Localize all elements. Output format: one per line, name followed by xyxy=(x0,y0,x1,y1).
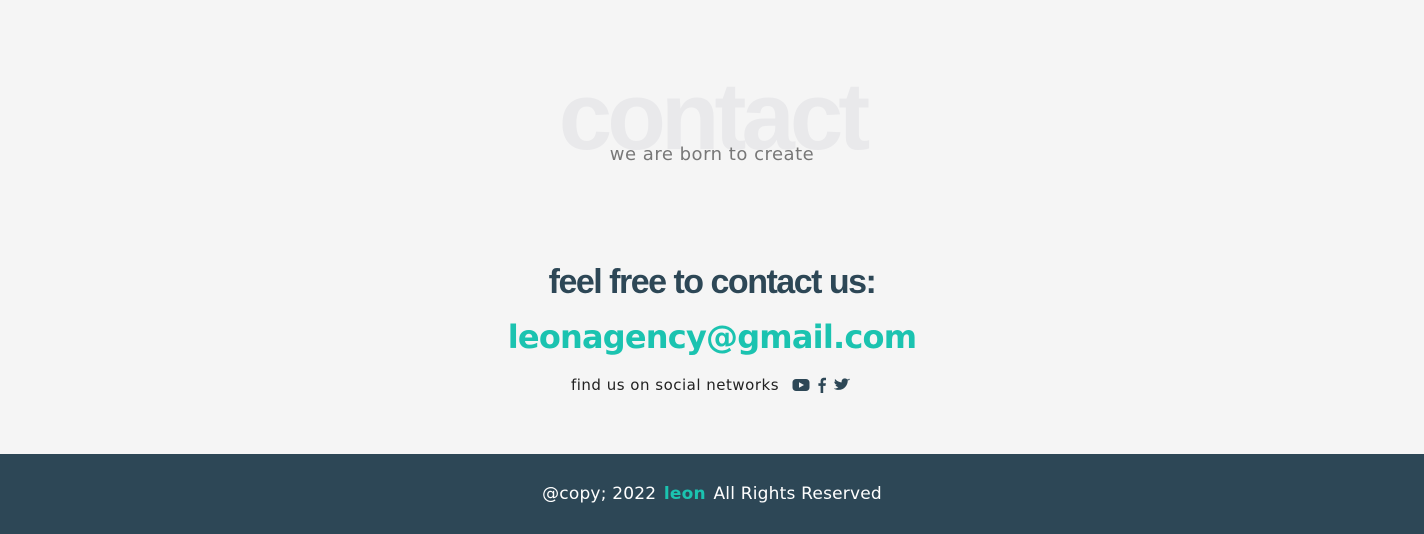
twitter-icon[interactable] xyxy=(834,378,850,392)
social-label: find us on social networks xyxy=(570,376,780,394)
facebook-icon[interactable] xyxy=(816,377,828,393)
copyright-prefix: @copy; 2022 xyxy=(542,484,657,504)
social-networks: find us on social networks xyxy=(0,374,1424,396)
copyright-text: @copy; 2022 leon All Rights Reserved xyxy=(542,484,882,504)
copyright-suffix: All Rights Reserved xyxy=(713,484,882,504)
email-link[interactable]: leonagency@gmail.com xyxy=(0,316,1424,358)
footer: @copy; 2022 leon All Rights Reserved xyxy=(0,454,1424,534)
youtube-icon[interactable] xyxy=(792,378,810,392)
brand-name: leon xyxy=(663,484,706,504)
contact-section: contact we are born to create feel free … xyxy=(0,0,1424,454)
contact-subtitle: we are born to create xyxy=(609,144,815,165)
contact-heading: feel free to contact us: xyxy=(548,263,877,301)
